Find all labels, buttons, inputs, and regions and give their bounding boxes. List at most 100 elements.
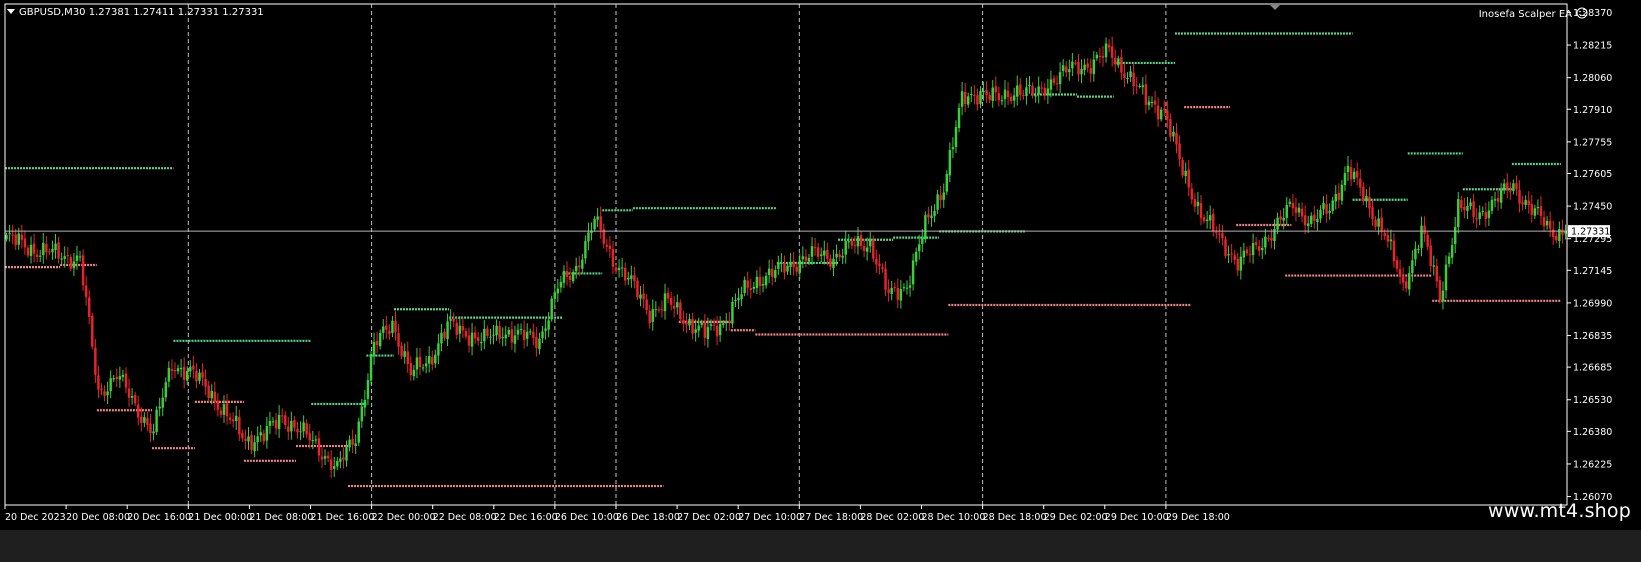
bullish-candle — [354, 443, 357, 446]
bearish-candle — [715, 325, 719, 337]
expert-advisor-label[interactable]: Inosefa Scalper EA — [1479, 7, 1588, 20]
bearish-candle — [32, 243, 36, 254]
bearish-candle — [963, 91, 967, 105]
bullish-candle — [1346, 165, 1350, 172]
bullish-candle — [743, 279, 746, 294]
bullish-candle — [780, 262, 783, 264]
bearish-candle — [872, 239, 875, 259]
bullish-candle — [366, 380, 370, 399]
bullish-candle — [1016, 85, 1019, 97]
bullish-candle — [1080, 69, 1083, 75]
bullish-candle — [1003, 89, 1007, 100]
bullish-candle — [5, 235, 8, 240]
time-tick-label: 22 Dec 16:00 — [494, 512, 558, 523]
bearish-candle — [476, 337, 480, 341]
bullish-candle — [155, 409, 158, 432]
bearish-candle — [262, 433, 266, 442]
bullish-candle — [78, 256, 82, 258]
bullish-candle — [513, 335, 517, 344]
bullish-candle — [265, 426, 269, 441]
bearish-candle — [409, 362, 413, 375]
bullish-candle — [507, 329, 511, 335]
bullish-candle — [525, 331, 529, 339]
bearish-candle — [608, 245, 612, 250]
bullish-candle — [290, 420, 293, 432]
bullish-candle — [495, 325, 498, 336]
bullish-candle — [529, 331, 532, 333]
bullish-candle — [1457, 199, 1460, 227]
bearish-candle — [1355, 171, 1359, 178]
bullish-candle — [1365, 195, 1368, 202]
bearish-candle — [1521, 202, 1524, 205]
bearish-candle — [100, 388, 103, 391]
bullish-candle — [106, 391, 109, 396]
time-tick-label: 28 Dec 02:00 — [860, 512, 924, 523]
bearish-candle — [633, 275, 636, 282]
bullish-candle — [914, 251, 918, 262]
price-tick-label: 1.27755 — [1573, 137, 1612, 148]
bearish-candle — [250, 435, 253, 451]
bearish-candle — [1383, 233, 1386, 236]
price-tick-label: 1.26990 — [1573, 298, 1612, 309]
bearish-candle — [1380, 217, 1383, 232]
bearish-candle — [1055, 83, 1059, 85]
bearish-candle — [510, 329, 514, 343]
bullish-candle — [620, 267, 624, 269]
bullish-candle — [1524, 200, 1527, 205]
bearish-candle — [1429, 245, 1432, 267]
bullish-candle — [519, 328, 523, 330]
bearish-candle — [636, 280, 639, 298]
bullish-candle — [372, 342, 376, 357]
bearish-candle — [712, 324, 716, 326]
symbol-title: GBPUSD,M30 1.27381 1.27411 1.27331 1.273… — [19, 7, 264, 18]
bearish-candle — [1052, 78, 1056, 83]
bullish-candle — [357, 421, 360, 443]
bearish-candle — [274, 420, 278, 429]
time-tick-label: 22 Dec 00:00 — [372, 512, 436, 523]
bullish-candle — [72, 261, 76, 269]
chart-window[interactable]: 1.28370 1.28215 1.28060 1.27910 1.27755 1.276… — [0, 0, 1641, 530]
bearish-candle — [565, 270, 569, 277]
price-tick-label: 1.27605 — [1573, 169, 1612, 180]
price-tick-label: 1.26685 — [1573, 363, 1612, 374]
bearish-candle — [1123, 73, 1126, 79]
bearish-candle — [1040, 87, 1043, 89]
price-tick-label: 1.26835 — [1573, 331, 1612, 342]
bullish-candle — [764, 275, 768, 286]
bearish-candle — [758, 276, 762, 287]
bullish-candle — [731, 302, 734, 324]
bullish-candle — [112, 378, 115, 380]
bearish-candle — [467, 335, 471, 346]
bullish-candle — [75, 255, 79, 261]
bullish-candle — [1432, 265, 1435, 267]
bullish-candle — [1037, 86, 1040, 95]
bullish-candle — [1285, 204, 1288, 218]
price-chart[interactable]: 1.283701.282151.280601.279101.277551.276… — [0, 0, 1641, 530]
bearish-candle — [1233, 255, 1236, 260]
bullish-candle — [130, 396, 134, 398]
bullish-candle — [1000, 100, 1004, 102]
bullish-candle — [1205, 219, 1209, 222]
bullish-candle — [51, 249, 54, 253]
current-price-value: 1.27331 — [1571, 227, 1610, 238]
bearish-candle — [57, 242, 60, 259]
bearish-candle — [69, 257, 73, 269]
bearish-candle — [896, 287, 900, 300]
bullish-candle — [1316, 218, 1319, 222]
bearish-candle — [375, 340, 379, 346]
bearish-candle — [201, 372, 204, 378]
bullish-candle — [336, 461, 339, 467]
bullish-candle — [1297, 207, 1301, 213]
bullish-candle — [777, 262, 780, 269]
bullish-candle — [801, 256, 805, 260]
bearish-candle — [1169, 118, 1172, 137]
bullish-candle — [501, 337, 504, 339]
shift-marker-icon[interactable] — [1270, 5, 1280, 10]
bearish-candle — [216, 400, 220, 410]
bullish-candle — [1533, 208, 1537, 216]
bearish-candle — [1423, 225, 1426, 234]
bullish-candle — [323, 456, 327, 459]
price-tick-label: 1.26530 — [1573, 395, 1612, 406]
chart-menu-triangle-icon[interactable] — [7, 9, 15, 14]
time-tick-label: 27 Dec 02:00 — [677, 512, 741, 523]
